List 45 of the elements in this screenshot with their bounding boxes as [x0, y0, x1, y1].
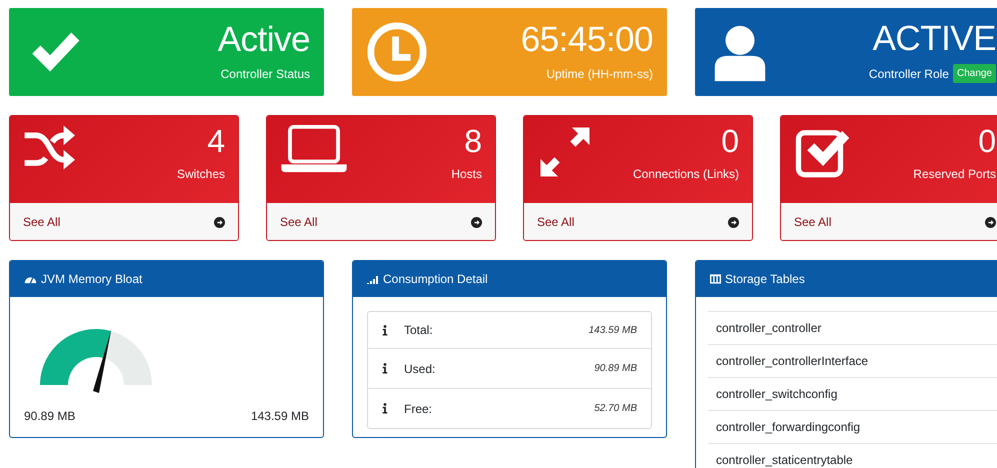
stat-label: Switches	[176, 166, 225, 184]
info-label: Total:	[404, 322, 433, 339]
stat-count: 8	[463, 124, 482, 160]
info-icon	[382, 403, 388, 414]
laptop-icon	[280, 124, 348, 174]
table-name-item[interactable]: controller_switchconfig	[708, 377, 997, 410]
info-label: Free:	[404, 400, 432, 418]
clock-icon	[366, 21, 428, 83]
status-value: Active	[218, 22, 310, 56]
stat-label: Hosts	[451, 166, 482, 184]
status-value: ACTIVE	[872, 21, 996, 56]
stat-count: 0	[720, 124, 739, 160]
info-label: Used:	[404, 360, 436, 378]
table-name-item[interactable]: controller_forwardingconfig	[708, 410, 997, 443]
see-all-link[interactable]: See All	[23, 213, 60, 231]
info-icon	[382, 324, 388, 336]
arrow-circle-icon[interactable]	[214, 216, 225, 228]
arrow-circle-icon[interactable]	[985, 216, 996, 228]
info-icon	[382, 363, 388, 374]
info-value: 143.59 MB	[588, 324, 637, 338]
info-value: 90.89 MB	[594, 362, 637, 376]
stat-label: Connections (Links)	[632, 166, 739, 184]
stat-count: 0	[977, 124, 996, 160]
stat-count: 4	[206, 124, 225, 160]
panel-title: Consumption Detail	[383, 271, 488, 288]
status-label: Controller Role	[868, 66, 949, 82]
arrow-circle-icon[interactable]	[728, 216, 739, 228]
status-label: Uptime (HH-mm-ss)	[546, 66, 653, 82]
status-label: Controller Status	[220, 66, 310, 82]
table-name-item[interactable]: controller_staticentrytable	[708, 443, 997, 468]
stat-label: Reserved Ports	[913, 166, 996, 184]
table-name-item[interactable]: controller_controllerInterface	[708, 344, 997, 377]
signal-bars-icon	[367, 274, 379, 284]
panel-title: Storage Tables	[725, 271, 805, 288]
see-all-link[interactable]: See All	[280, 213, 318, 231]
info-value: 52.70 MB	[594, 402, 637, 416]
arrow-circle-icon[interactable]	[471, 216, 482, 228]
panel-title: JVM Memory Bloat	[41, 271, 142, 288]
table-name-item[interactable]: controller_controller	[708, 311, 997, 344]
see-all-link[interactable]: See All	[794, 213, 832, 231]
gauge-max-label: 143.59 MB	[250, 408, 309, 425]
gauge-min-label: 90.89 MB	[24, 408, 76, 425]
columns-icon	[710, 274, 721, 284]
status-value: 65:45:00	[520, 22, 653, 56]
see-all-link[interactable]: See All	[537, 213, 574, 231]
